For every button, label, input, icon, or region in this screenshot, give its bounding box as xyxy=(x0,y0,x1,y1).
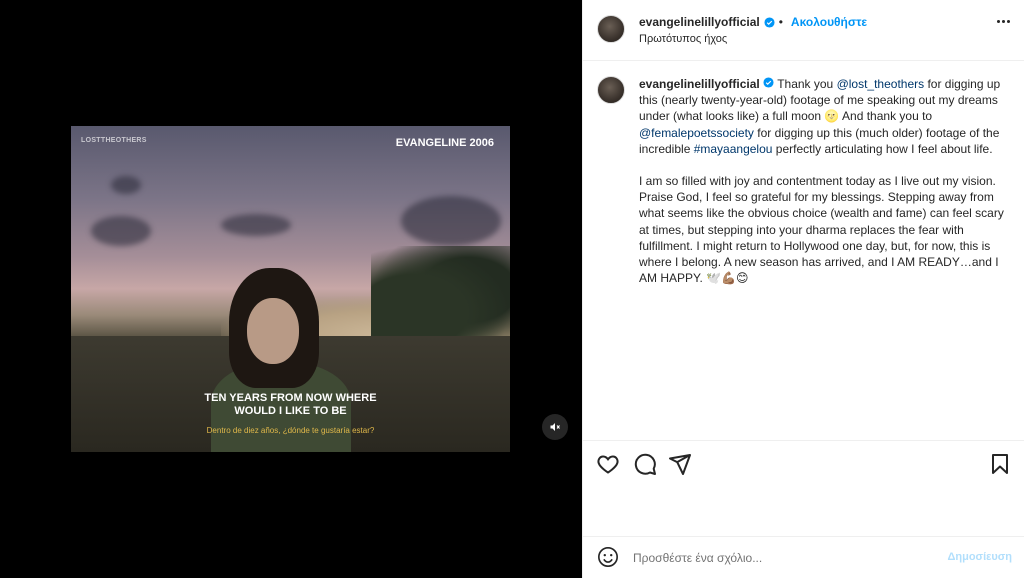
caption-text-segment: Thank you xyxy=(777,77,837,91)
video-subtitle: TEN YEARS FROM NOW WHERE WOULD I LIKE TO… xyxy=(71,392,510,418)
emoji-icon[interactable] xyxy=(597,546,619,568)
video-subtitle-spanish: Dentro de diez años, ¿dónde te gustaría … xyxy=(206,426,375,435)
caption-paragraph: I am so filled with joy and contentment … xyxy=(639,174,1004,286)
caption-paragraph: evangelinelillyofficial Thank you @lost_… xyxy=(639,76,1007,157)
video-watermark: LOSTTHEOTHERS xyxy=(81,137,147,144)
post-header: evangelinelillyofficial • Ακολουθήστε Πρ… xyxy=(583,0,1024,61)
post-detail-panel: evangelinelillyofficial • Ακολουθήστε Πρ… xyxy=(582,0,1024,578)
bookmark-icon[interactable] xyxy=(988,452,1012,476)
mention-link[interactable]: @femalepoetssociety xyxy=(639,126,754,140)
subtitle-line-2: WOULD I LIKE TO BE xyxy=(234,405,347,417)
header-separator: • xyxy=(778,15,783,29)
username-link[interactable]: evangelinelillyofficial xyxy=(639,15,760,29)
avatar[interactable] xyxy=(597,76,625,104)
follow-button[interactable]: Ακολουθήστε xyxy=(791,15,867,29)
original-audio-link[interactable]: Πρωτότυπος ήχος xyxy=(639,33,727,45)
more-horizontal-icon xyxy=(1007,20,1010,23)
verified-badge-icon xyxy=(763,77,774,88)
speaker-muted-icon xyxy=(550,423,560,431)
header-user-row: evangelinelillyofficial • Ακολουθήστε xyxy=(639,15,867,29)
hashtag-link[interactable]: #mayaangelou xyxy=(694,142,773,156)
verified-badge-icon xyxy=(764,16,775,28)
avatar[interactable] xyxy=(597,15,625,43)
reel-video[interactable]: LOSTTHEOTHERS EVANGELINE 2006 TEN YEARS … xyxy=(71,126,510,452)
more-horizontal-icon xyxy=(1002,20,1005,23)
caption-text-segment: perfectly articulating how I feel about … xyxy=(772,141,993,156)
video-person-face xyxy=(247,298,299,364)
video-cloud xyxy=(221,214,291,236)
more-options-button[interactable] xyxy=(997,20,1010,23)
subtitle-line-1: TEN YEARS FROM NOW WHERE xyxy=(204,392,377,404)
post-caption: evangelinelillyofficial Thank you @lost_… xyxy=(639,76,1007,302)
comment-input[interactable] xyxy=(633,548,933,568)
post-actions-bar xyxy=(583,440,1024,486)
heart-icon[interactable] xyxy=(596,452,620,476)
share-icon[interactable] xyxy=(668,452,692,476)
mute-button[interactable] xyxy=(542,414,568,440)
add-comment-bar: Δημοσίευση xyxy=(583,536,1024,578)
media-panel: LOSTTHEOTHERS EVANGELINE 2006 TEN YEARS … xyxy=(0,0,582,578)
video-overlay-title: EVANGELINE 2006 xyxy=(395,137,494,149)
comment-icon[interactable] xyxy=(633,452,657,476)
video-cloud xyxy=(401,196,501,246)
video-cloud xyxy=(91,216,151,246)
video-cloud xyxy=(111,176,141,194)
caption-username[interactable]: evangelinelillyofficial xyxy=(639,77,760,91)
post-comment-button[interactable]: Δημοσίευση xyxy=(947,551,1012,563)
caption-area[interactable]: evangelinelillyofficial Thank you @lost_… xyxy=(583,62,1024,440)
mention-link[interactable]: @lost_theothers xyxy=(837,77,925,91)
more-horizontal-icon xyxy=(997,20,1000,23)
